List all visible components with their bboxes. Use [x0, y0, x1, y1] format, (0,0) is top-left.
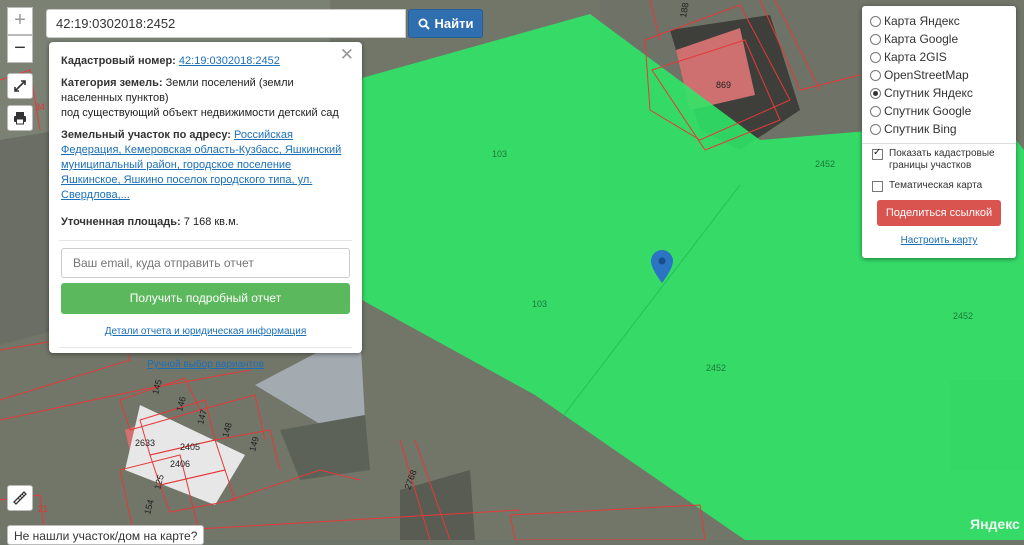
close-icon[interactable]: ✕ — [340, 46, 354, 63]
fullscreen-button[interactable] — [7, 73, 33, 99]
address-row: Земельный участок по адресу: Российская … — [61, 128, 350, 203]
expand-icon — [14, 80, 26, 92]
area-row: Уточненная площадь: 7 168 кв.м. — [61, 215, 350, 230]
layer-option-label: Карта 2GIS — [884, 50, 947, 64]
parcel-label-103: 103 — [492, 149, 507, 159]
radio-button[interactable] — [870, 15, 881, 27]
radio-button[interactable] — [870, 87, 881, 99]
layer-option[interactable]: OpenStreetMap — [870, 66, 1008, 84]
layer-option-label: Спутник Bing — [884, 122, 957, 136]
manual-selection-link[interactable]: Ручной выбор вариантов — [61, 357, 350, 372]
layer-option-label: Карта Google — [884, 32, 959, 46]
printer-icon — [14, 112, 26, 125]
layer-option-label: Карта Яндекс — [884, 14, 960, 28]
search-button[interactable]: Найти — [408, 9, 483, 38]
email-field[interactable] — [61, 248, 350, 278]
layer-option[interactable]: Карта Яндекс — [870, 12, 1008, 30]
cadastral-number-link[interactable]: 42:19:0302018:2452 — [179, 55, 280, 67]
parcel-label-2452: 2452 — [953, 311, 973, 321]
radio-button[interactable] — [870, 33, 881, 45]
land-category-label: Категория земель: — [61, 77, 163, 89]
print-button[interactable] — [7, 105, 33, 131]
search-button-label: Найти — [434, 16, 474, 31]
layer-option[interactable]: Спутник Bing — [870, 120, 1008, 138]
layer-option[interactable]: Спутник Google — [870, 102, 1008, 120]
radio-button[interactable] — [870, 105, 881, 117]
area-label: Уточненная площадь: — [61, 216, 181, 228]
land-category-row: Категория земель: Земли поселений (земли… — [61, 76, 350, 121]
layer-option[interactable]: Карта Google — [870, 30, 1008, 48]
ruler-button[interactable] — [7, 485, 33, 511]
parcel-label-2633: 2633 — [135, 438, 155, 448]
radio-button[interactable] — [870, 123, 881, 135]
cadastral-search-input[interactable] — [46, 9, 406, 38]
get-report-button[interactable]: Получить подробный отчет — [61, 283, 350, 314]
share-link-button[interactable]: Поделиться ссылкой — [877, 200, 1001, 226]
thematic-map-checkbox-row[interactable]: Тематическая карта — [870, 180, 1008, 192]
thematic-map-label: Тематическая карта — [889, 180, 983, 191]
parcel-label-869: 869 — [716, 80, 731, 90]
divider — [59, 240, 352, 241]
radio-button[interactable] — [870, 51, 881, 63]
layer-list: Карта Яндекс Карта Google Карта 2GIS OpenSt… — [870, 12, 1008, 138]
parcel-label-34: 34 — [35, 102, 45, 112]
thematic-map-checkbox[interactable] — [872, 181, 883, 192]
zoom-in-button[interactable]: + — [7, 7, 33, 35]
show-cadastral-checkbox-row[interactable]: Показать кадастровые границы участков — [870, 147, 1008, 172]
radio-button[interactable] — [870, 69, 881, 81]
show-cadastral-label: Показать кадастровые границы участков — [889, 148, 995, 171]
configure-map-link[interactable]: Настроить карту — [870, 235, 1008, 246]
parcel-label-2452: 2452 — [815, 159, 835, 169]
divider — [862, 143, 1016, 144]
parcel-label-21: 21 — [38, 504, 48, 514]
divider — [59, 347, 352, 348]
show-cadastral-checkbox[interactable] — [872, 147, 883, 160]
layer-option-label: Спутник Google — [884, 104, 972, 118]
yandex-logo: Яндекс — [970, 516, 1020, 532]
address-label: Земельный участок по адресу: — [61, 129, 231, 141]
land-use-value: под существующий объект недвижимости дет… — [61, 107, 339, 119]
parcel-label-103: 103 — [532, 299, 547, 309]
layer-option-label: OpenStreetMap — [884, 68, 969, 82]
ruler-icon — [13, 491, 27, 505]
search-icon — [418, 18, 430, 30]
not-found-button[interactable]: Не нашли участок/дом на карте? — [7, 525, 205, 545]
area-value: 7 168 кв.м. — [183, 216, 239, 228]
parcel-label-2406: 2406 — [170, 459, 190, 469]
parcel-label-2405: 2405 — [180, 442, 200, 452]
cadastral-number-row: Кадастровый номер: 42:19:0302018:2452 — [61, 54, 350, 69]
report-details-link[interactable]: Детали отчета и юридическая информация — [61, 324, 350, 339]
map-layer-panel: Карта Яндекс Карта Google Карта 2GIS OpenSt… — [862, 6, 1016, 258]
parcel-info-card: ✕ Кадастровый номер: 42:19:0302018:2452 … — [49, 42, 362, 370]
parcel-label-2452: 2452 — [706, 363, 726, 373]
layer-option-label: Спутник Яндекс — [884, 86, 973, 100]
layer-option[interactable]: Карта 2GIS — [870, 48, 1008, 66]
zoom-out-button[interactable]: − — [7, 35, 33, 63]
cadastral-number-label: Кадастровый номер: — [61, 55, 176, 67]
layer-option[interactable]: Спутник Яндекс — [870, 84, 1008, 102]
